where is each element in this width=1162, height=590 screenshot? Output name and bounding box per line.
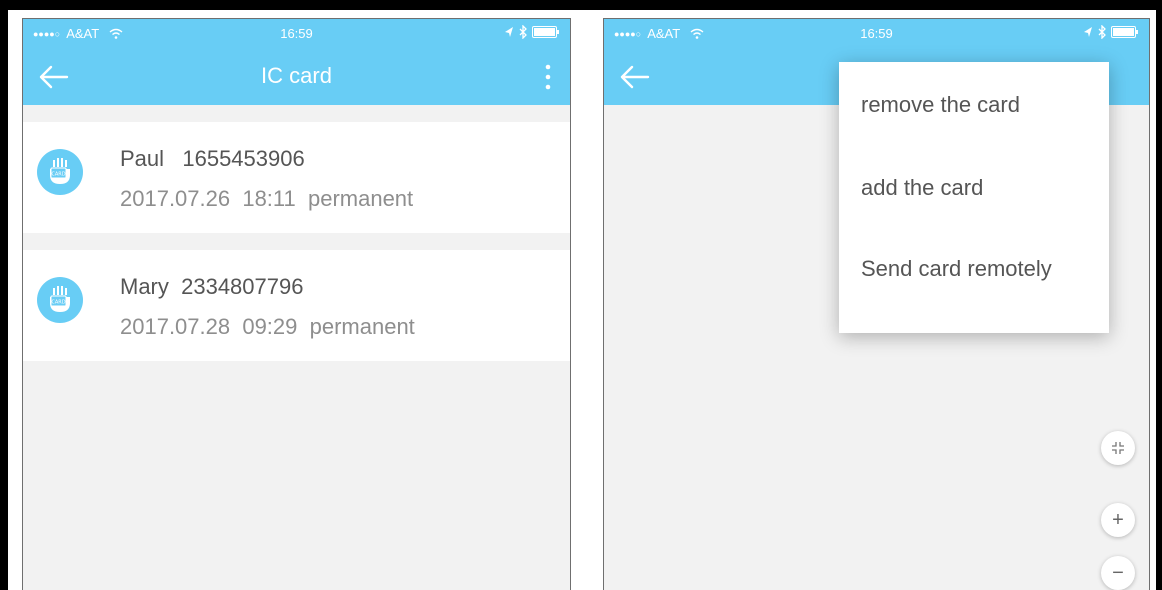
phone-screen-card-menu: ●●●●○ A&AT 16:59 remove the card add the… bbox=[603, 18, 1150, 590]
location-arrow-icon bbox=[1084, 27, 1092, 37]
card-list-item[interactable]: CARD Paul 1655453906 2017.07.26 18:11 pe… bbox=[23, 122, 570, 233]
zoom-out-button[interactable]: − bbox=[1101, 556, 1135, 590]
nav-bar: IC card bbox=[23, 49, 570, 105]
card-list: CARD Paul 1655453906 2017.07.26 18:11 pe… bbox=[23, 122, 570, 378]
shrink-icon bbox=[1112, 442, 1124, 454]
zoom-in-button[interactable]: + bbox=[1101, 503, 1135, 537]
menu-item-remove-card[interactable]: remove the card bbox=[861, 92, 1020, 118]
card-holder-name: Mary 2334807796 bbox=[120, 274, 304, 299]
card-holder-name: Paul 1655453906 bbox=[120, 146, 305, 171]
bluetooth-icon bbox=[1098, 25, 1106, 39]
menu-item-send-card-remotely[interactable]: Send card remotely bbox=[861, 256, 1052, 282]
battery-icon bbox=[532, 26, 559, 38]
battery-icon bbox=[1111, 26, 1138, 38]
card-icon: CARD bbox=[37, 277, 83, 323]
location-arrow-icon bbox=[505, 27, 513, 37]
card-icon: CARD bbox=[37, 149, 83, 195]
shrink-button[interactable] bbox=[1101, 431, 1135, 465]
status-bar: ●●●●○ A&AT 16:59 bbox=[23, 19, 570, 49]
left-border bbox=[0, 0, 8, 590]
page-title: IC card bbox=[261, 63, 332, 88]
phone-screen-ic-card-list: ●●●●○ A&AT 16:59 IC card CARD Paul 16554… bbox=[22, 18, 571, 590]
more-vertical-icon[interactable] bbox=[538, 61, 558, 93]
svg-text:CARD: CARD bbox=[51, 172, 65, 178]
bluetooth-icon bbox=[519, 25, 527, 39]
svg-text:CARD: CARD bbox=[51, 300, 65, 306]
top-border bbox=[0, 0, 1162, 10]
card-date-status: 2017.07.26 18:11 permanent bbox=[120, 186, 414, 211]
menu-item-add-card[interactable]: add the card bbox=[861, 175, 983, 201]
right-border bbox=[1156, 0, 1162, 590]
back-arrow-icon[interactable] bbox=[618, 63, 650, 91]
status-time: 16:59 bbox=[860, 26, 893, 41]
options-menu: remove the card add the card Send card r… bbox=[839, 62, 1109, 333]
status-bar: ●●●●○ A&AT 16:59 bbox=[604, 19, 1149, 49]
status-time: 16:59 bbox=[280, 26, 313, 41]
card-date-status: 2017.07.28 09:29 permanent bbox=[120, 314, 415, 339]
card-list-item[interactable]: CARD Mary 2334807796 2017.07.28 09:29 pe… bbox=[23, 250, 570, 361]
